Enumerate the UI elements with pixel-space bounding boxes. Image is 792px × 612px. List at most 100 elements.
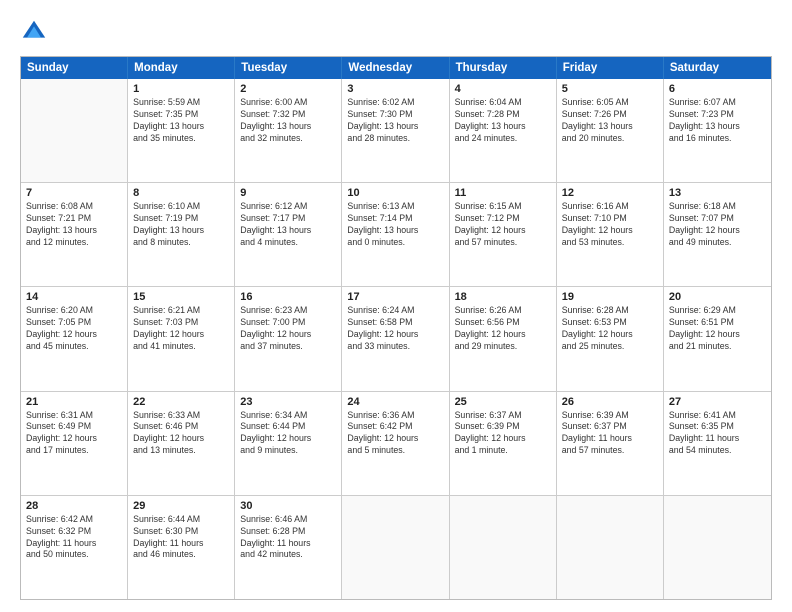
cell-info: Sunrise: 6:28 AM Sunset: 6:53 PM Dayligh…	[562, 305, 658, 353]
cal-cell: 15Sunrise: 6:21 AM Sunset: 7:03 PM Dayli…	[128, 287, 235, 390]
cal-cell: 10 Sunrise: 6:13 AM Sunset: 7:14 PM Dayli…	[342, 183, 449, 286]
logo-icon	[20, 18, 48, 46]
cell-info: Sunrise: 6:42 AM Sunset: 6:32 PM Dayligh…	[26, 514, 122, 562]
cal-header-cell: Tuesday	[235, 57, 342, 79]
day-number: 3	[347, 83, 443, 95]
cell-info: Sunrise: 6:44 AM Sunset: 6:30 PM Dayligh…	[133, 514, 229, 562]
cal-cell	[342, 496, 449, 599]
cell-info: Sunrise: 6:23 AM Sunset: 7:00 PM Dayligh…	[240, 305, 336, 353]
cell-info: Sunrise: 6:26 AM Sunset: 6:56 PM Dayligh…	[455, 305, 551, 353]
cal-cell: 2Sunrise: 6:00 AM Sunset: 7:32 PM Daylig…	[235, 79, 342, 182]
cell-info: Sunrise: 6:37 AM Sunset: 6:39 PM Dayligh…	[455, 410, 551, 458]
cal-cell: 23 Sunrise: 6:34 AM Sunset: 6:44 PM Dayli…	[235, 392, 342, 495]
cal-cell: 19 Sunrise: 6:28 AM Sunset: 6:53 PM Dayli…	[557, 287, 664, 390]
day-number: 18	[455, 291, 551, 303]
cal-cell: 14Sunrise: 6:20 AM Sunset: 7:05 PM Dayli…	[21, 287, 128, 390]
day-number: 20	[669, 291, 766, 303]
day-number: 16	[240, 291, 336, 303]
day-number: 22	[133, 396, 229, 408]
day-number: 17	[347, 291, 443, 303]
calendar-body: 1 Sunrise: 5:59 AM Sunset: 7:35 PM Daylig…	[21, 79, 771, 599]
day-number: 29	[133, 500, 229, 512]
header	[20, 18, 772, 46]
cal-row: 14Sunrise: 6:20 AM Sunset: 7:05 PM Dayli…	[21, 286, 771, 390]
cal-cell: 4 Sunrise: 6:04 AM Sunset: 7:28 PM Daylig…	[450, 79, 557, 182]
cal-cell: 25 Sunrise: 6:37 AM Sunset: 6:39 PM Dayli…	[450, 392, 557, 495]
cell-info: Sunrise: 6:07 AM Sunset: 7:23 PM Dayligh…	[669, 97, 766, 145]
day-number: 11	[455, 187, 551, 199]
cal-row: 7 Sunrise: 6:08 AM Sunset: 7:21 PM Daylig…	[21, 182, 771, 286]
day-number: 25	[455, 396, 551, 408]
day-number: 24	[347, 396, 443, 408]
cell-info: Sunrise: 6:05 AM Sunset: 7:26 PM Dayligh…	[562, 97, 658, 145]
cell-info: Sunrise: 6:12 AM Sunset: 7:17 PM Dayligh…	[240, 201, 336, 249]
day-number: 6	[669, 83, 766, 95]
cal-header-cell: Wednesday	[342, 57, 449, 79]
cal-cell: 17 Sunrise: 6:24 AM Sunset: 6:58 PM Dayli…	[342, 287, 449, 390]
cal-cell: 13 Sunrise: 6:18 AM Sunset: 7:07 PM Dayli…	[664, 183, 771, 286]
cell-info: Sunrise: 6:10 AM Sunset: 7:19 PM Dayligh…	[133, 201, 229, 249]
cal-header-cell: Saturday	[664, 57, 771, 79]
cell-info: Sunrise: 5:59 AM Sunset: 7:35 PM Dayligh…	[133, 97, 229, 145]
cell-info: Sunrise: 6:16 AM Sunset: 7:10 PM Dayligh…	[562, 201, 658, 249]
cal-cell: 8 Sunrise: 6:10 AM Sunset: 7:19 PM Daylig…	[128, 183, 235, 286]
cal-cell	[664, 496, 771, 599]
page: SundayMondayTuesdayWednesdayThursdayFrid…	[0, 0, 792, 612]
cell-info: Sunrise: 6:24 AM Sunset: 6:58 PM Dayligh…	[347, 305, 443, 353]
cell-info: Sunrise: 6:18 AM Sunset: 7:07 PM Dayligh…	[669, 201, 766, 249]
cal-header-cell: Friday	[557, 57, 664, 79]
cell-info: Sunrise: 6:46 AM Sunset: 6:28 PM Dayligh…	[240, 514, 336, 562]
day-number: 12	[562, 187, 658, 199]
day-number: 10	[347, 187, 443, 199]
day-number: 8	[133, 187, 229, 199]
cal-cell: 28Sunrise: 6:42 AM Sunset: 6:32 PM Dayli…	[21, 496, 128, 599]
cal-header-cell: Thursday	[450, 57, 557, 79]
day-number: 13	[669, 187, 766, 199]
cal-cell: 3 Sunrise: 6:02 AM Sunset: 7:30 PM Daylig…	[342, 79, 449, 182]
cal-cell: 20Sunrise: 6:29 AM Sunset: 6:51 PM Dayli…	[664, 287, 771, 390]
day-number: 26	[562, 396, 658, 408]
cell-info: Sunrise: 6:33 AM Sunset: 6:46 PM Dayligh…	[133, 410, 229, 458]
cal-cell: 22 Sunrise: 6:33 AM Sunset: 6:46 PM Dayli…	[128, 392, 235, 495]
cal-row: 28Sunrise: 6:42 AM Sunset: 6:32 PM Dayli…	[21, 495, 771, 599]
logo	[20, 18, 52, 46]
cal-cell: 27Sunrise: 6:41 AM Sunset: 6:35 PM Dayli…	[664, 392, 771, 495]
cal-row: 1 Sunrise: 5:59 AM Sunset: 7:35 PM Daylig…	[21, 79, 771, 182]
cell-info: Sunrise: 6:13 AM Sunset: 7:14 PM Dayligh…	[347, 201, 443, 249]
day-number: 4	[455, 83, 551, 95]
calendar-header-row: SundayMondayTuesdayWednesdayThursdayFrid…	[21, 57, 771, 79]
cal-cell: 29 Sunrise: 6:44 AM Sunset: 6:30 PM Dayli…	[128, 496, 235, 599]
cal-header-cell: Monday	[128, 57, 235, 79]
day-number: 1	[133, 83, 229, 95]
day-number: 21	[26, 396, 122, 408]
cal-cell	[21, 79, 128, 182]
day-number: 5	[562, 83, 658, 95]
day-number: 7	[26, 187, 122, 199]
cal-cell: 21 Sunrise: 6:31 AM Sunset: 6:49 PM Dayli…	[21, 392, 128, 495]
cal-cell: 24 Sunrise: 6:36 AM Sunset: 6:42 PM Dayli…	[342, 392, 449, 495]
cell-info: Sunrise: 6:31 AM Sunset: 6:49 PM Dayligh…	[26, 410, 122, 458]
cal-cell: 12 Sunrise: 6:16 AM Sunset: 7:10 PM Dayli…	[557, 183, 664, 286]
cell-info: Sunrise: 6:34 AM Sunset: 6:44 PM Dayligh…	[240, 410, 336, 458]
cell-info: Sunrise: 6:36 AM Sunset: 6:42 PM Dayligh…	[347, 410, 443, 458]
cal-cell: 5 Sunrise: 6:05 AM Sunset: 7:26 PM Daylig…	[557, 79, 664, 182]
day-number: 30	[240, 500, 336, 512]
cal-cell: 30 Sunrise: 6:46 AM Sunset: 6:28 PM Dayli…	[235, 496, 342, 599]
cal-cell	[450, 496, 557, 599]
cell-info: Sunrise: 6:39 AM Sunset: 6:37 PM Dayligh…	[562, 410, 658, 458]
cal-cell: 9Sunrise: 6:12 AM Sunset: 7:17 PM Daylig…	[235, 183, 342, 286]
day-number: 2	[240, 83, 336, 95]
day-number: 15	[133, 291, 229, 303]
cal-cell	[557, 496, 664, 599]
day-number: 27	[669, 396, 766, 408]
day-number: 19	[562, 291, 658, 303]
cell-info: Sunrise: 6:15 AM Sunset: 7:12 PM Dayligh…	[455, 201, 551, 249]
cal-cell: 26 Sunrise: 6:39 AM Sunset: 6:37 PM Dayli…	[557, 392, 664, 495]
cell-info: Sunrise: 6:08 AM Sunset: 7:21 PM Dayligh…	[26, 201, 122, 249]
cal-header-cell: Sunday	[21, 57, 128, 79]
cell-info: Sunrise: 6:04 AM Sunset: 7:28 PM Dayligh…	[455, 97, 551, 145]
day-number: 23	[240, 396, 336, 408]
cell-info: Sunrise: 6:02 AM Sunset: 7:30 PM Dayligh…	[347, 97, 443, 145]
cal-cell: 18 Sunrise: 6:26 AM Sunset: 6:56 PM Dayli…	[450, 287, 557, 390]
cal-cell: 1 Sunrise: 5:59 AM Sunset: 7:35 PM Daylig…	[128, 79, 235, 182]
